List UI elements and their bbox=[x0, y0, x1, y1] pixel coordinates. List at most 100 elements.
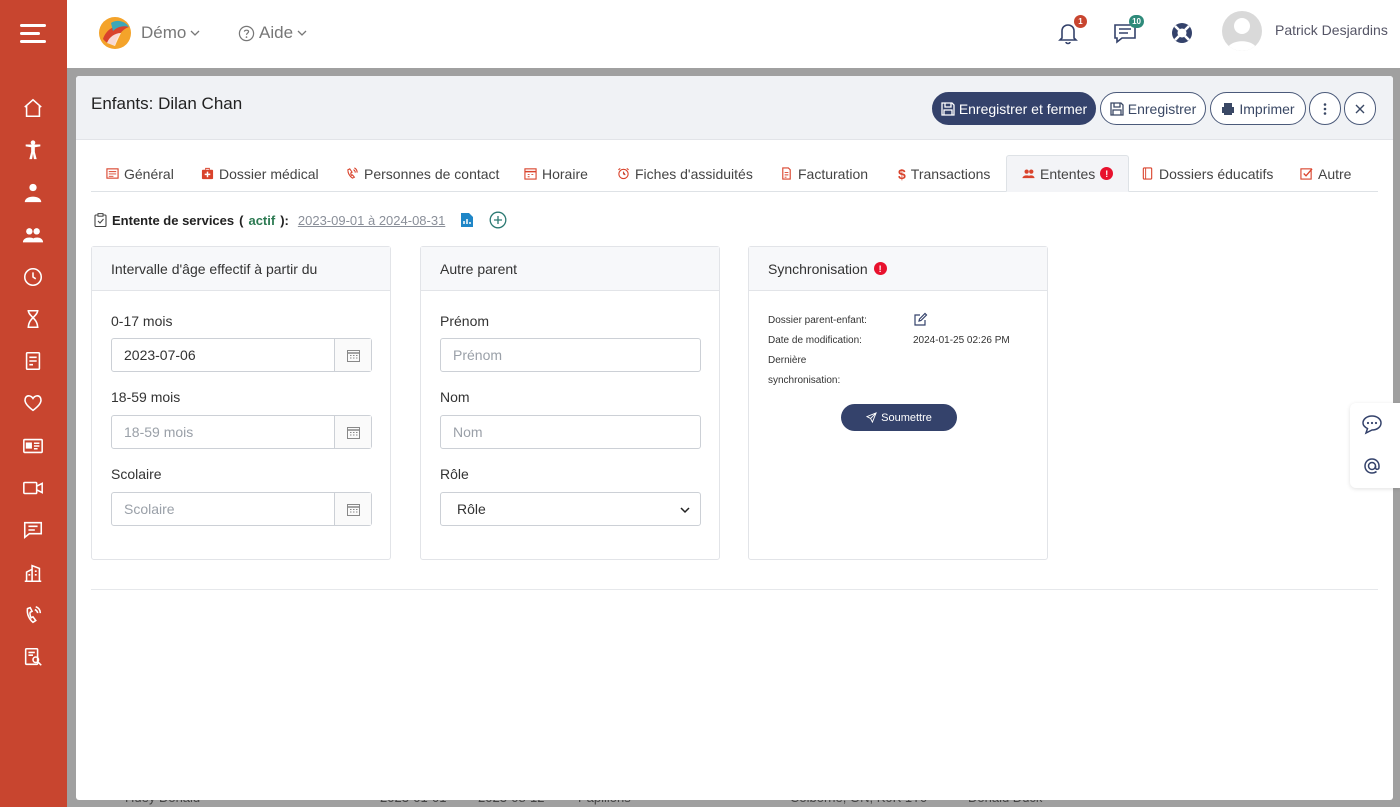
help-menu[interactable]: Aide bbox=[238, 23, 307, 43]
agreement-status-open: ( bbox=[239, 212, 244, 228]
video-icon[interactable] bbox=[21, 476, 45, 500]
tab-transactions[interactable]: $ Transactions bbox=[898, 155, 990, 192]
tab-agreements[interactable]: Ententes ! bbox=[1006, 155, 1130, 192]
edit-icon[interactable] bbox=[913, 312, 928, 327]
building-icon[interactable] bbox=[21, 561, 45, 585]
report-search-icon[interactable] bbox=[21, 645, 45, 669]
add-circle-icon[interactable] bbox=[489, 211, 507, 229]
more-vertical-icon bbox=[1323, 102, 1327, 115]
calendar-icon[interactable] bbox=[334, 339, 371, 371]
help-icon bbox=[238, 25, 255, 41]
save-icon bbox=[941, 101, 955, 116]
more-options-button[interactable] bbox=[1309, 92, 1341, 125]
divider bbox=[91, 589, 1378, 590]
messages-icon[interactable]: 10 bbox=[1112, 15, 1144, 46]
chat-bubble-icon[interactable] bbox=[1361, 413, 1383, 435]
user-name[interactable]: Patrick Desjardins bbox=[1275, 22, 1388, 38]
submit-button[interactable]: Soumettre bbox=[841, 404, 957, 431]
card-header: Synchronisation ! bbox=[749, 247, 1047, 291]
org-menu[interactable]: Démo bbox=[141, 23, 200, 43]
alarm-clock-icon bbox=[618, 167, 629, 180]
tab-schedule[interactable]: Horaire bbox=[524, 155, 588, 192]
selected-value: Rôle bbox=[457, 501, 486, 517]
field-label: Nom bbox=[440, 389, 470, 405]
file-label: Dossier parent-enfant: bbox=[768, 315, 867, 326]
heart-icon[interactable] bbox=[21, 391, 45, 415]
bell-icon[interactable]: 1 bbox=[1055, 15, 1087, 46]
last-name-input[interactable]: Nom bbox=[440, 415, 701, 449]
person-icon[interactable] bbox=[21, 181, 45, 205]
print-button[interactable]: Imprimer bbox=[1210, 92, 1306, 125]
id-card-icon[interactable] bbox=[21, 434, 45, 458]
sidebar bbox=[0, 0, 67, 807]
floating-actions bbox=[1350, 403, 1400, 488]
tab-education[interactable]: Dossiers éducatifs bbox=[1141, 155, 1273, 192]
last-sync-label-1: Dernière bbox=[768, 355, 807, 366]
close-icon bbox=[1355, 104, 1365, 113]
invoice-icon bbox=[782, 167, 791, 180]
tab-label: Dossier médical bbox=[219, 165, 319, 182]
report-icon[interactable] bbox=[460, 212, 474, 228]
tab-billing[interactable]: Facturation bbox=[780, 155, 868, 192]
child-icon[interactable] bbox=[21, 138, 45, 162]
top-header: Démo Aide 1 10 Patrick Desjardins bbox=[67, 0, 1400, 68]
tab-other[interactable]: Autre bbox=[1300, 155, 1351, 192]
invoice-icon[interactable] bbox=[21, 349, 45, 373]
calendar-icon[interactable] bbox=[334, 493, 371, 525]
alert-icon: ! bbox=[1100, 167, 1114, 180]
tab-contacts[interactable]: Personnes de contact bbox=[346, 155, 499, 192]
org-menu-label: Démo bbox=[141, 23, 187, 42]
hourglass-icon[interactable] bbox=[21, 307, 45, 331]
tab-label: Personnes de contact bbox=[364, 165, 500, 182]
placeholder: Nom bbox=[453, 424, 483, 440]
tab-label: Autre bbox=[1318, 165, 1352, 182]
print-label: Imprimer bbox=[1239, 100, 1295, 117]
field-label: Prénom bbox=[440, 313, 490, 329]
card-title: Intervalle d'âge effectif à partir du bbox=[92, 247, 390, 291]
submit-label: Soumettre bbox=[881, 411, 932, 424]
placeholder: 18-59 mois bbox=[124, 424, 194, 440]
field-label: 0-17 mois bbox=[111, 313, 173, 329]
agreement-line: Entente de services (actif): 2023-09-01 … bbox=[94, 211, 507, 229]
save-button[interactable]: Enregistrer bbox=[1100, 92, 1206, 125]
people-icon bbox=[1022, 169, 1035, 179]
save-and-close-button[interactable]: Enregistrer et fermer bbox=[932, 92, 1096, 125]
clipboard-icon bbox=[94, 213, 107, 227]
menu-toggle-icon[interactable] bbox=[20, 24, 46, 44]
calendar-icon[interactable] bbox=[334, 416, 371, 448]
phone-ring-icon bbox=[347, 167, 358, 179]
modified-label: Date de modification: bbox=[768, 335, 862, 346]
modified-value: 2024-01-25 02:26 PM bbox=[913, 335, 1010, 346]
agreement-status-close: ): bbox=[280, 212, 289, 228]
group-icon[interactable] bbox=[21, 223, 45, 247]
app-logo[interactable] bbox=[97, 15, 133, 51]
home-icon[interactable] bbox=[21, 96, 45, 120]
clock-icon[interactable] bbox=[21, 265, 45, 289]
role-select[interactable]: Rôle bbox=[440, 492, 701, 526]
card-title: Synchronisation bbox=[768, 260, 868, 277]
date-field-0-17[interactable]: 2023-07-06 bbox=[111, 338, 372, 372]
synchronisation-card: Synchronisation ! Dossier parent-enfant:… bbox=[748, 246, 1048, 560]
first-name-input[interactable]: Prénom bbox=[440, 338, 701, 372]
record-tabs: Général Dossier médical Personnes de con… bbox=[91, 155, 1378, 192]
agreement-status: actif bbox=[248, 212, 276, 228]
avatar[interactable] bbox=[1222, 11, 1262, 51]
dollar-icon: $ bbox=[898, 165, 906, 182]
tab-attendance[interactable]: Fiches d'assiduités bbox=[617, 155, 753, 192]
placeholder: Scolaire bbox=[124, 501, 175, 517]
chat-icon[interactable] bbox=[21, 518, 45, 542]
lifebuoy-icon[interactable] bbox=[1169, 20, 1195, 46]
tab-medical[interactable]: Dossier médical bbox=[201, 155, 319, 192]
at-sign-icon[interactable] bbox=[1361, 455, 1383, 477]
save-icon bbox=[1110, 101, 1124, 116]
alert-icon: ! bbox=[873, 262, 887, 275]
calendar-icon bbox=[524, 168, 537, 180]
check-square-icon bbox=[1300, 168, 1313, 180]
date-field-school[interactable]: Scolaire bbox=[111, 492, 372, 526]
tab-general[interactable]: Général bbox=[106, 155, 174, 192]
phone-ring-icon[interactable] bbox=[21, 603, 45, 627]
close-button[interactable] bbox=[1344, 92, 1376, 125]
agreement-period-link[interactable]: 2023-09-01 à 2024-08-31 bbox=[298, 213, 445, 228]
save-label: Enregistrer bbox=[1127, 100, 1197, 117]
date-field-18-59[interactable]: 18-59 mois bbox=[111, 415, 372, 449]
